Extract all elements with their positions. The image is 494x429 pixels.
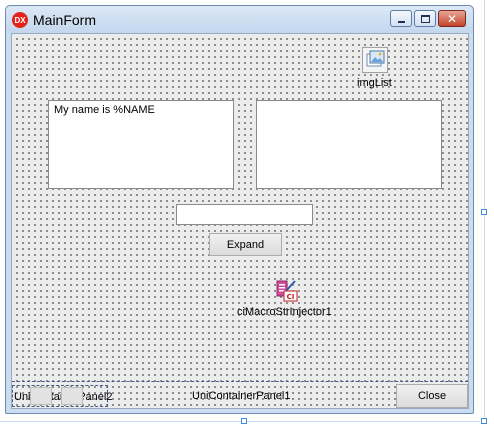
memo-right[interactable] [256,100,442,189]
image-list-icon [366,50,385,67]
container-panel-1[interactable]: UniContainerPanel2 UniContainerPanel1 Cl… [12,381,468,409]
image-list-label: imgList [357,77,392,89]
dx-app-icon: DX [12,12,28,28]
title-bar[interactable]: DX MainForm ✕ [6,6,473,33]
resize-handle-corner[interactable] [481,418,487,424]
panel-2-child-box-1[interactable] [30,387,52,405]
maximize-icon [420,14,430,23]
macro-injector-icon: CI [276,280,298,302]
minimize-button[interactable] [390,10,412,27]
resize-handle-bottom[interactable] [241,418,247,424]
window-title: MainForm [33,12,97,28]
memo-left[interactable]: My name is %NAME [48,100,234,189]
maximize-button[interactable] [414,10,436,27]
form-design-surface[interactable]: imgList My name is %NAME Expand CI ciMac… [11,33,469,409]
container-panel-2[interactable]: UniContainerPanel2 [12,385,112,407]
injector-icon-text: CI [287,293,295,301]
selection-guide-bottom [0,421,480,422]
close-window-button[interactable]: ✕ [438,10,466,27]
image-list-component[interactable] [362,47,388,73]
text-edit-field[interactable] [176,204,313,225]
container-panel-1-label: UniContainerPanel1 [192,390,291,402]
macro-injector-component[interactable]: CI [272,276,298,302]
macro-injector-label: ciMacroStrInjector1 [237,306,332,318]
main-form-window: DX MainForm ✕ imgList My name is %NAME E [5,5,474,414]
resize-handle-right[interactable] [481,209,487,215]
expand-button[interactable]: Expand [209,233,282,256]
close-icon: ✕ [446,11,458,26]
close-button[interactable]: Close [396,384,468,408]
minimize-icon [397,20,405,23]
panel-2-child-box-2[interactable] [61,387,83,405]
